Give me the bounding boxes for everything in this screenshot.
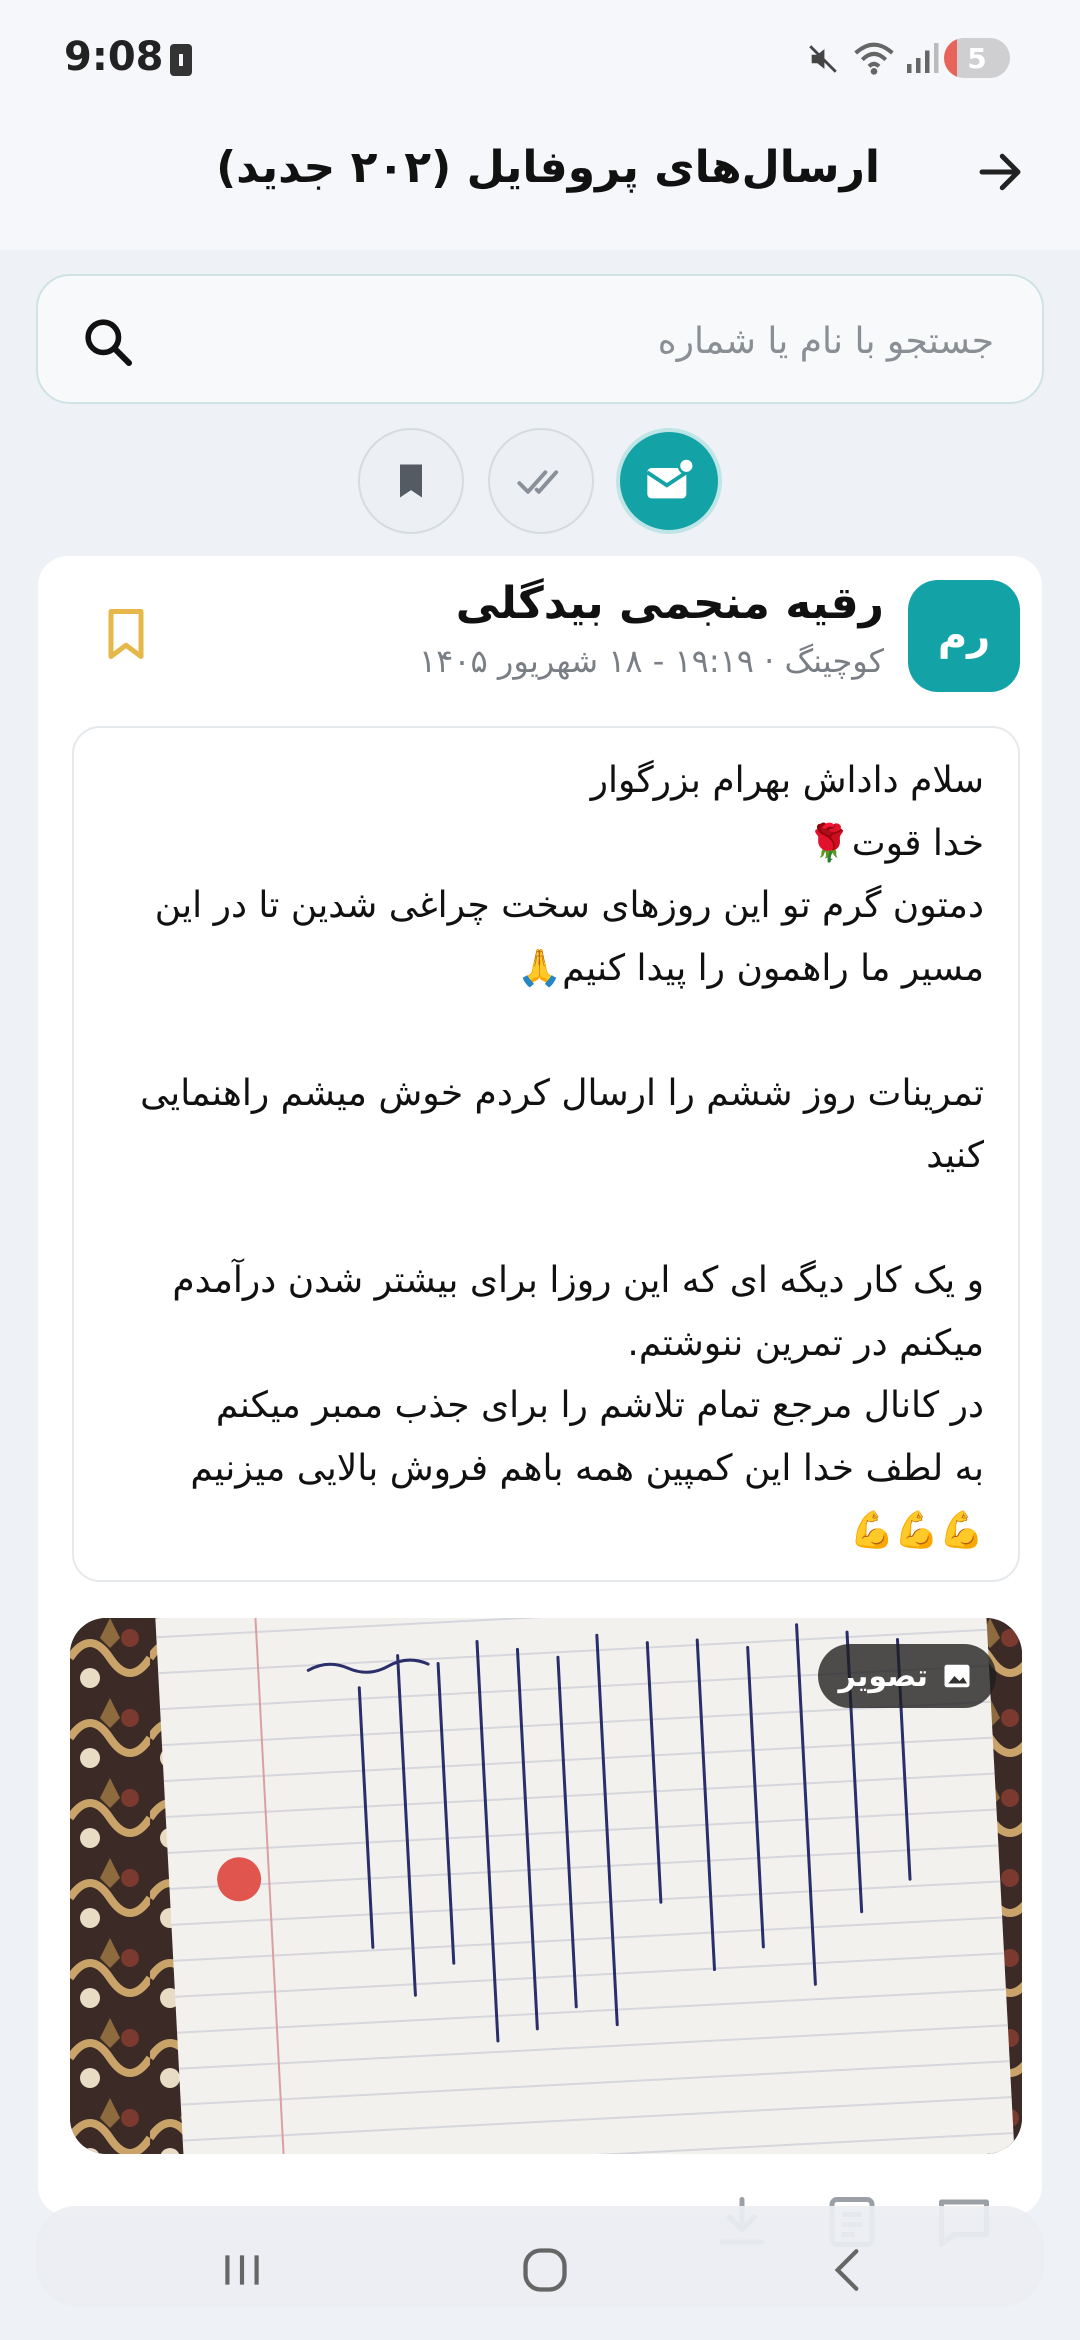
recents-button[interactable] bbox=[212, 2240, 272, 2300]
wifi-icon bbox=[854, 42, 894, 75]
home-icon bbox=[523, 2248, 567, 2292]
message-bubble: سلام داداش بهرام بزرگوار خدا قوت🌹 دمتون … bbox=[72, 726, 1020, 1582]
signal-icon bbox=[907, 43, 939, 73]
recents-icon bbox=[225, 2255, 259, 2285]
page-title: ارسال‌های پروفایل (۲۰۲ جدید) bbox=[216, 142, 880, 193]
image-icon bbox=[944, 1664, 970, 1688]
filter-bookmarked-button[interactable] bbox=[358, 428, 464, 534]
battery-indicator: 5 bbox=[944, 38, 1010, 78]
arrow-right-icon bbox=[979, 153, 1021, 191]
bookmark-icon bbox=[400, 464, 422, 498]
chevron-left-icon bbox=[834, 2249, 859, 2291]
image-type-label: تصویر bbox=[838, 1658, 928, 1694]
system-back-button[interactable] bbox=[818, 2240, 878, 2300]
app-header: ارسال‌های پروفایل (۲۰۲ جدید) bbox=[0, 120, 1080, 250]
bookmark-icon[interactable] bbox=[96, 604, 156, 664]
mute-icon bbox=[809, 45, 837, 73]
back-button[interactable] bbox=[970, 142, 1030, 202]
filter-read-button[interactable] bbox=[488, 428, 594, 534]
filter-unread-button[interactable] bbox=[616, 428, 722, 534]
status-bar: 9:08 5 bbox=[0, 0, 1080, 120]
status-time: 9:08 bbox=[64, 34, 164, 80]
image-type-badge: تصویر bbox=[818, 1644, 996, 1708]
search-input[interactable] bbox=[194, 306, 994, 376]
search-box bbox=[36, 274, 1044, 404]
avatar: رم bbox=[908, 580, 1020, 692]
image-attachment[interactable]: تصویر bbox=[70, 1618, 1022, 2154]
message-meta: کوچینگ · ۱۹:۱۹ - ۱۸ شهریور ۱۴۰۵ bbox=[418, 642, 884, 680]
search-icon[interactable] bbox=[80, 314, 136, 370]
battery-alert-icon bbox=[170, 44, 192, 76]
battery-level: 5 bbox=[967, 42, 987, 75]
home-button[interactable] bbox=[515, 2240, 575, 2300]
double-check-icon bbox=[517, 470, 559, 494]
sender-name: رقیه منجمی بیدگلی bbox=[455, 578, 884, 629]
message-text: سلام داداش بهرام بزرگوار خدا قوت🌹 دمتون … bbox=[140, 760, 984, 1551]
mail-unread-icon bbox=[646, 457, 695, 499]
